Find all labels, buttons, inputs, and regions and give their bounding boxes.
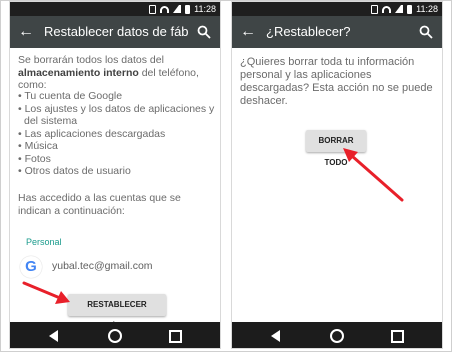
nav-back-icon[interactable] bbox=[38, 322, 68, 348]
phone-screen-confirm: 11:28 ← ¿Restablecer? ¿Quieres borrar to… bbox=[232, 2, 442, 348]
wifi-icon bbox=[160, 5, 170, 13]
phone-screen-reset-settings: 11:28 ← Restablecer datos de fábri… Se b… bbox=[10, 2, 220, 348]
nav-recents-icon[interactable] bbox=[382, 322, 412, 348]
signal-icon bbox=[173, 5, 182, 13]
nav-home-icon[interactable] bbox=[322, 322, 352, 348]
list-item: • Los ajustes y los datos de aplicacione… bbox=[18, 102, 215, 115]
account-email: yubal.tec@gmail.com bbox=[52, 260, 153, 272]
intro-bold: almacenamiento interno bbox=[18, 66, 139, 79]
list-item: • Fotos bbox=[18, 152, 51, 165]
list-item: • Otros datos de usuario bbox=[18, 165, 131, 177]
battery-icon bbox=[407, 4, 413, 14]
status-time: 11:28 bbox=[194, 4, 216, 14]
status-icons: 11:28 bbox=[149, 2, 216, 16]
section-personal-label: Personal bbox=[26, 237, 62, 247]
erase-all-button[interactable]: BORRAR TODO bbox=[306, 130, 366, 167]
toolbar-title: Restablecer datos de fábri… bbox=[44, 24, 188, 39]
back-arrow-icon[interactable]: ← bbox=[238, 22, 258, 42]
list-item: • Las aplicaciones descargadas bbox=[18, 127, 166, 140]
google-icon: G bbox=[20, 256, 42, 278]
status-icons: 11:28 bbox=[371, 2, 438, 16]
confirm-message: ¿Quieres borrar toda tu información pers… bbox=[240, 56, 433, 107]
nav-recents-icon[interactable] bbox=[160, 322, 190, 348]
nav-home-icon[interactable] bbox=[100, 322, 130, 348]
status-bar: 11:28 bbox=[232, 2, 442, 16]
settings-content: Se borrarán todos los datos del almacena… bbox=[10, 48, 220, 331]
data-list: • Tu cuenta de Google • Los ajustes y lo… bbox=[18, 90, 218, 178]
accounts-text: Has accedido a las cuentas que se indica… bbox=[18, 192, 181, 217]
list-item: • Música bbox=[18, 140, 58, 152]
google-account-row: G yubal.tec@gmail.com bbox=[20, 256, 210, 280]
toolbar: ← Restablecer datos de fábri… bbox=[10, 16, 220, 48]
nav-back-icon[interactable] bbox=[260, 322, 290, 348]
battery-icon bbox=[185, 4, 191, 14]
toolbar-title: ¿Restablecer? bbox=[266, 24, 351, 39]
search-icon[interactable] bbox=[194, 22, 214, 42]
intro-prefix: Se borrarán todos los datos del bbox=[18, 54, 164, 66]
reset-phone-button[interactable]: RESTABLECER TELÉFONO bbox=[68, 294, 166, 331]
vibrate-icon bbox=[149, 4, 157, 14]
navigation-bar bbox=[10, 322, 220, 348]
vibrate-icon bbox=[371, 4, 379, 14]
confirm-content: ¿Quieres borrar toda tu información pers… bbox=[232, 48, 442, 322]
back-arrow-icon[interactable]: ← bbox=[16, 22, 36, 42]
toolbar: ← ¿Restablecer? bbox=[232, 16, 442, 48]
search-icon[interactable] bbox=[416, 22, 436, 42]
list-item: del sistema bbox=[24, 115, 78, 127]
status-time: 11:28 bbox=[416, 4, 438, 14]
signal-icon bbox=[395, 5, 404, 13]
list-item: • Tu cuenta de Google bbox=[18, 90, 123, 102]
status-bar: 11:28 bbox=[10, 2, 220, 16]
navigation-bar bbox=[232, 322, 442, 348]
wifi-icon bbox=[382, 5, 392, 13]
intro-text: Se borrarán todos los datos del almacena… bbox=[18, 54, 214, 92]
